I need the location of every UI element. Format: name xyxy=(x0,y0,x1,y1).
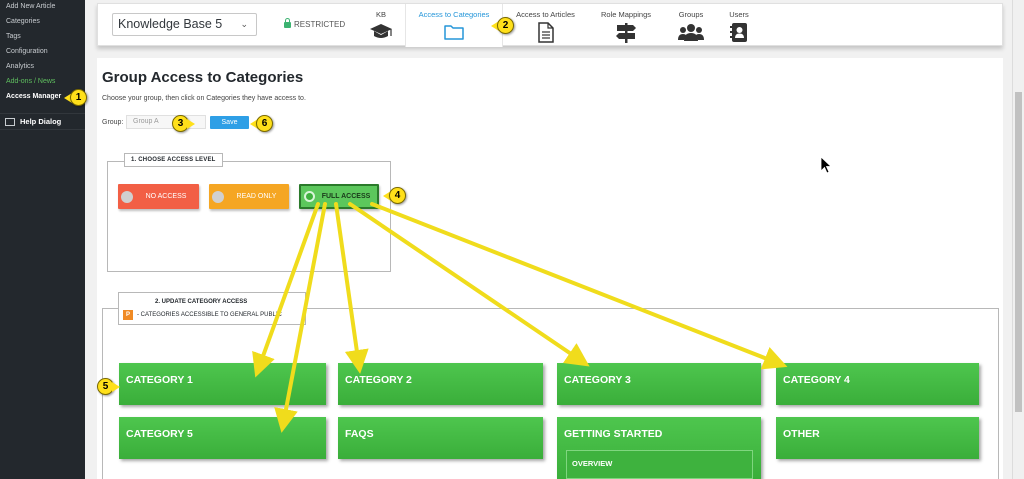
mouse-cursor-icon xyxy=(820,156,832,174)
knowledge-base-select-value: Knowledge Base 5 xyxy=(118,17,223,31)
sidebar-item-addons-news[interactable]: Add-ons / News xyxy=(0,74,85,89)
tab-kb-label: KB xyxy=(375,10,386,19)
radio-icon xyxy=(121,190,133,203)
tab-role-mappings-label: Role Mappings xyxy=(600,10,652,19)
radio-selected-icon xyxy=(304,191,315,202)
tab-access-to-articles[interactable]: Access to Articles xyxy=(508,4,583,47)
sidebar-item-add-new-article[interactable]: Add New Article xyxy=(0,0,85,14)
marker-bubble: 6 xyxy=(256,115,273,132)
no-access-button[interactable]: NO ACCESS xyxy=(118,184,199,209)
full-access-button[interactable]: FULL ACCESS xyxy=(299,184,379,209)
access-level-section xyxy=(107,161,391,272)
group-label: Group: xyxy=(102,119,124,126)
tab-kb[interactable]: KB xyxy=(352,4,410,47)
radio-icon xyxy=(212,190,224,203)
marker-bubble: 1 xyxy=(70,89,87,106)
graduation-cap-icon xyxy=(370,24,392,38)
contact-book-icon xyxy=(730,23,747,42)
group-select-value: Group A xyxy=(133,118,159,125)
annotation-marker-4: 4 xyxy=(383,187,406,204)
category-access-legend: 2. UPDATE CATEGORY ACCESS P - CATEGORIES… xyxy=(118,292,306,325)
category-2-tile[interactable]: CATEGORY 2 xyxy=(338,363,543,405)
annotation-marker-2: 2 xyxy=(491,17,514,34)
tab-users-label: Users xyxy=(729,10,749,19)
knowledge-base-select[interactable]: Knowledge Base 5 ⌄ xyxy=(112,13,257,36)
access-level-legend: 1. CHOOSE ACCESS LEVEL xyxy=(124,153,223,167)
admin-sidebar: Add New Article Categories Tags Configur… xyxy=(0,0,85,479)
sidebar-item-tags[interactable]: Tags xyxy=(0,29,85,44)
public-categories-note: P - CATEGORIES ACCESSIBLE TO GENERAL PUB… xyxy=(123,310,282,320)
category-access-legend-title: 2. UPDATE CATEGORY ACCESS xyxy=(155,299,248,305)
public-badge: P xyxy=(123,310,133,320)
sidebar-item-analytics[interactable]: Analytics xyxy=(0,59,85,74)
category-1-tile[interactable]: CATEGORY 1 xyxy=(119,363,326,405)
tab-groups[interactable]: Groups xyxy=(672,4,710,47)
page-scrollbar[interactable] xyxy=(1012,0,1024,479)
help-dialog-icon xyxy=(5,117,15,126)
access-manager-topnav: Knowledge Base 5 ⌄ RESTRICTED KB Access … xyxy=(97,3,1003,47)
other-category-tile[interactable]: OTHER xyxy=(776,417,979,459)
lock-icon xyxy=(284,17,291,28)
category-5-tile[interactable]: CATEGORY 5 xyxy=(119,417,326,459)
category-4-tile[interactable]: CATEGORY 4 xyxy=(776,363,979,405)
restricted-status: RESTRICTED xyxy=(284,17,346,29)
help-dialog-button[interactable]: Help Dialog xyxy=(0,113,85,130)
marker-bubble: 4 xyxy=(389,187,406,204)
folder-icon xyxy=(444,25,464,40)
chevron-down-icon: ⌄ xyxy=(240,19,248,29)
sidebar-item-categories[interactable]: Categories xyxy=(0,14,85,29)
page-title: Group Access to Categories xyxy=(102,69,304,86)
read-only-button[interactable]: READ ONLY xyxy=(209,184,289,209)
marker-pointer xyxy=(112,381,120,392)
annotation-marker-6: 6 xyxy=(250,115,273,132)
marker-pointer xyxy=(187,118,195,129)
full-access-label: FULL ACCESS xyxy=(321,193,371,200)
help-dialog-label: Help Dialog xyxy=(20,117,62,126)
tab-users[interactable]: Users xyxy=(720,4,758,47)
category-3-tile[interactable]: CATEGORY 3 xyxy=(557,363,761,405)
annotation-marker-3: 3 xyxy=(172,115,195,132)
no-access-label: NO ACCESS xyxy=(145,193,187,200)
page-instructions: Choose your group, then click on Categor… xyxy=(102,95,306,102)
tab-role-mappings[interactable]: Role Mappings xyxy=(593,4,659,47)
annotation-marker-5: 5 xyxy=(97,378,120,395)
main-panel: Group Access to Categories Choose your g… xyxy=(97,58,1003,479)
save-button[interactable]: Save xyxy=(210,116,249,129)
users-icon xyxy=(678,24,704,41)
marker-bubble: 2 xyxy=(497,17,514,34)
tab-access-to-categories-label: Access to Categories xyxy=(418,10,490,19)
tab-access-to-categories[interactable]: Access to Categories xyxy=(405,4,503,47)
public-categories-note-text: - CATEGORIES ACCESSIBLE TO GENERAL PUBLI… xyxy=(137,312,282,318)
tab-access-to-articles-label: Access to Articles xyxy=(516,10,575,19)
overview-subcategory-tile[interactable]: OVERVIEW xyxy=(566,450,753,479)
tab-groups-label: Groups xyxy=(678,10,704,19)
restricted-label: RESTRICTED xyxy=(294,20,346,29)
sidebar-item-configuration[interactable]: Configuration xyxy=(0,44,85,59)
scrollbar-thumb[interactable] xyxy=(1015,92,1022,412)
read-only-label: READ ONLY xyxy=(236,193,277,200)
annotation-marker-1: 1 xyxy=(64,89,87,106)
faqs-category-tile[interactable]: FAQS xyxy=(338,417,543,459)
signpost-icon xyxy=(616,23,636,43)
document-icon xyxy=(537,22,554,43)
